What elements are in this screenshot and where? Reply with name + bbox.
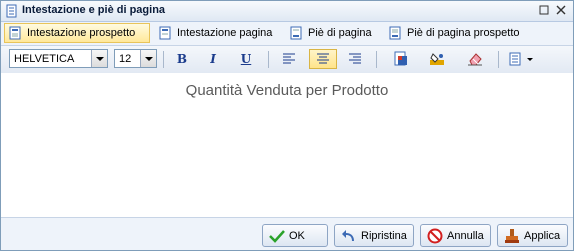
align-right-button[interactable] — [344, 49, 366, 69]
ok-button[interactable]: OK — [262, 224, 328, 247]
separator — [268, 51, 269, 68]
checkmark-icon — [269, 229, 285, 243]
font-size-select[interactable]: 12 — [114, 49, 157, 68]
tab-label: Intestazione prospetto — [27, 27, 136, 39]
font-size-value: 12 — [119, 53, 132, 65]
chevron-down-icon[interactable] — [140, 50, 156, 67]
tab-report-header[interactable]: Intestazione prospetto — [4, 23, 150, 43]
separator — [163, 51, 164, 68]
close-icon[interactable] — [556, 5, 568, 17]
header-text[interactable]: Quantità Venduta per Prodotto — [1, 82, 573, 99]
chevron-down-icon[interactable] — [91, 50, 107, 67]
stamp-icon — [505, 228, 519, 243]
align-center-button[interactable] — [309, 49, 337, 69]
apply-label: Applica — [524, 229, 561, 242]
section-tabs: Intestazione prospetto Intestazione pagi… — [1, 22, 573, 44]
cancel-button[interactable]: Annulla — [420, 224, 491, 247]
font-family-value: HELVETICA — [14, 53, 75, 65]
font-family-select[interactable]: HELVETICA — [9, 49, 108, 68]
window-title: Intestazione e piè di pagina — [22, 4, 166, 16]
dialog-footer: OK Ripristina Annulla Applica — [1, 219, 573, 250]
insert-table-icon — [394, 51, 407, 66]
maximize-icon[interactable] — [539, 5, 551, 17]
tab-label: Intestazione pagina — [177, 27, 273, 39]
header-footer-dialog: Intestazione e piè di pagina Intestazion… — [0, 0, 574, 251]
report-header-icon — [9, 26, 23, 40]
title-bar: Intestazione e piè di pagina — [1, 1, 573, 22]
clear-format-button[interactable] — [464, 49, 486, 69]
align-left-button[interactable] — [278, 49, 300, 69]
tab-page-footer[interactable]: Piè di pagina — [286, 23, 378, 43]
page-header-icon — [159, 26, 173, 40]
tab-label: Piè di pagina — [308, 27, 372, 39]
format-toolbar: HELVETICA 12 B I U — [1, 45, 573, 74]
undo-icon — [342, 229, 354, 241]
reset-button[interactable]: Ripristina — [334, 224, 414, 247]
tab-report-footer[interactable]: Piè di pagina prospetto — [385, 23, 525, 43]
insert-field-dropdown[interactable] — [506, 49, 538, 69]
bold-button[interactable]: B — [171, 49, 193, 69]
underline-button[interactable]: U — [235, 49, 257, 69]
tab-label: Piè di pagina prospetto — [407, 27, 520, 39]
italic-button[interactable]: I — [202, 49, 224, 69]
eraser-icon — [468, 53, 482, 66]
align-left-icon — [283, 53, 295, 64]
align-center-icon — [317, 53, 329, 64]
header-text-editor[interactable]: Quantità Venduta per Prodotto — [1, 73, 573, 218]
document-dropdown-icon — [509, 52, 533, 66]
cancel-label: Annulla — [447, 229, 484, 242]
document-icon — [5, 4, 19, 18]
page-footer-icon — [290, 26, 304, 40]
fill-color-button[interactable] — [426, 49, 448, 69]
separator — [376, 51, 377, 68]
tab-page-header[interactable]: Intestazione pagina — [155, 23, 279, 43]
cancel-icon — [427, 228, 443, 243]
paint-bucket-icon — [430, 53, 444, 65]
apply-button[interactable]: Applica — [497, 224, 568, 247]
ok-label: OK — [289, 229, 305, 242]
insert-table-button[interactable] — [390, 49, 412, 69]
report-footer-icon — [389, 26, 403, 40]
separator — [498, 51, 499, 68]
reset-label: Ripristina — [361, 229, 407, 242]
align-right-icon — [349, 53, 361, 64]
